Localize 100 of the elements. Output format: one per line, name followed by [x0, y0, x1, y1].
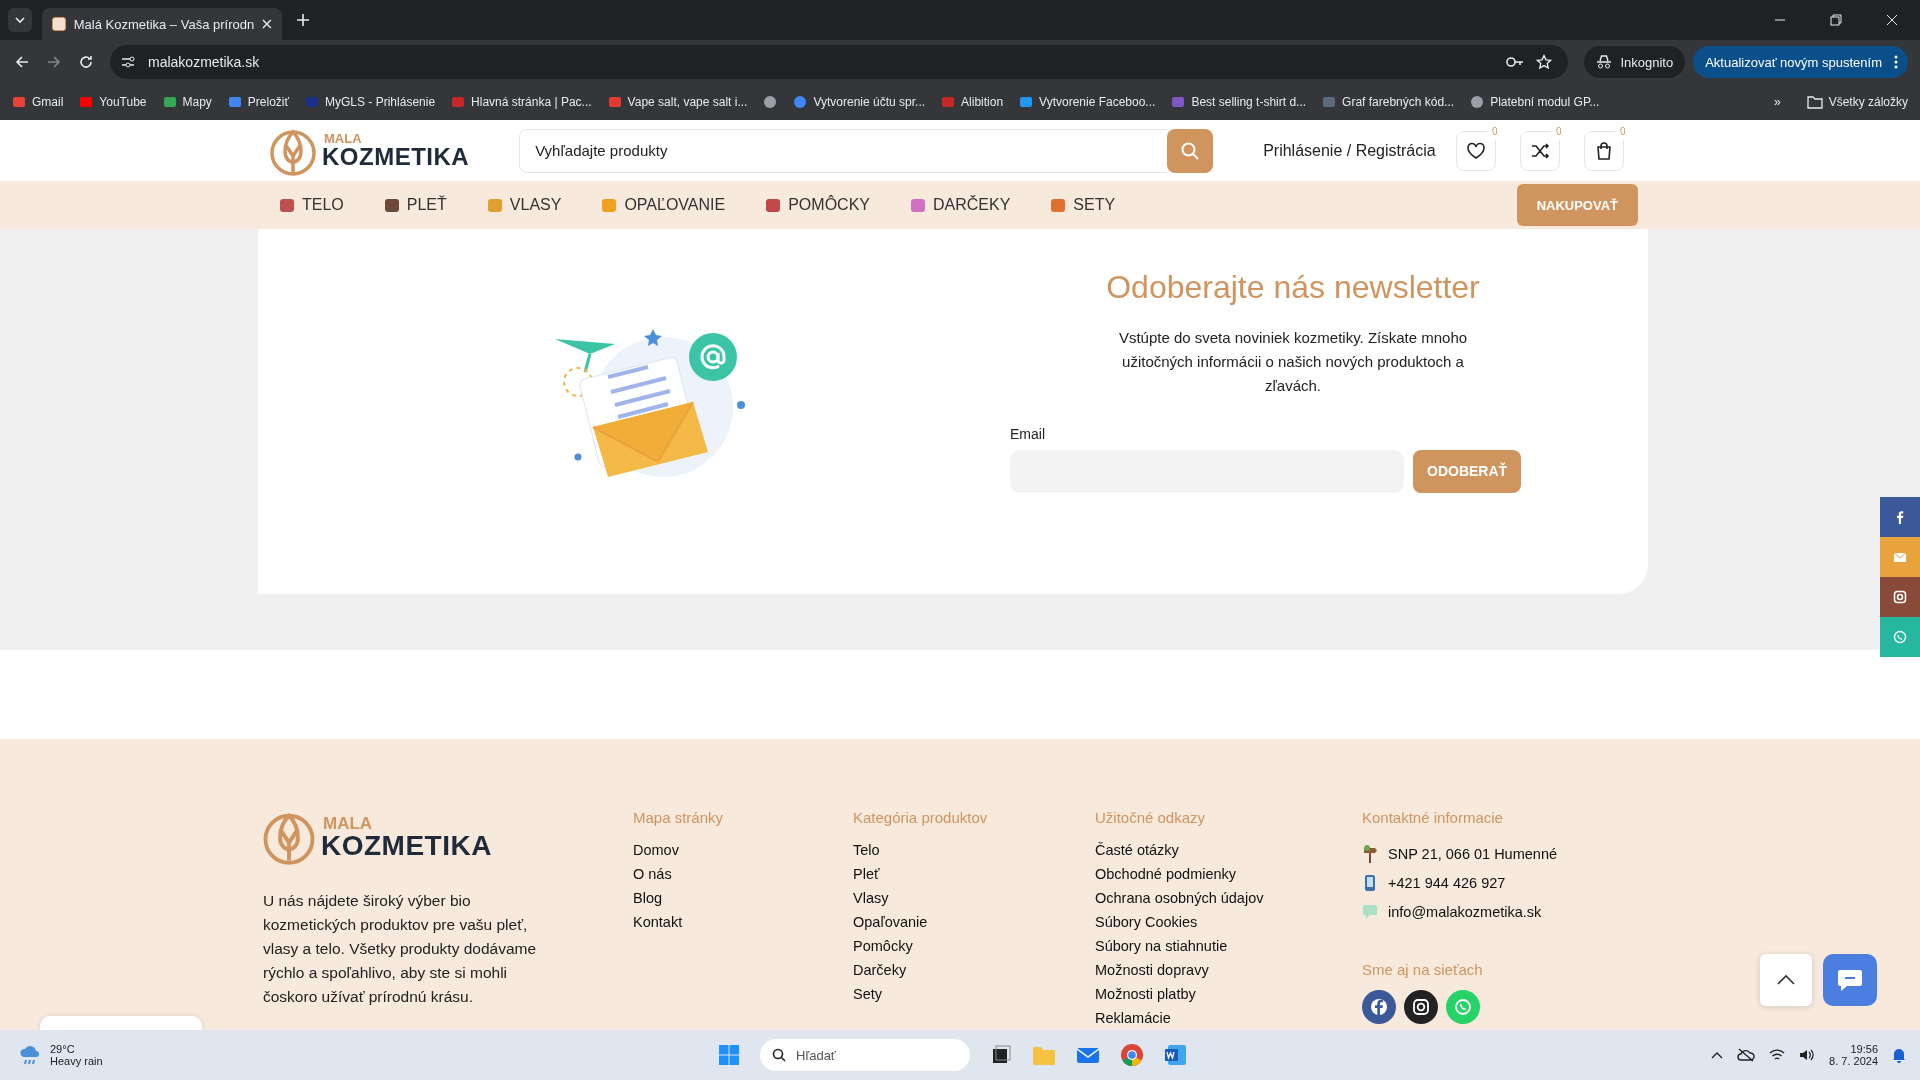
bookmark[interactable]: Vytvorenie Faceboo... [1019, 95, 1156, 109]
forward-icon[interactable] [46, 54, 62, 70]
bookmark[interactable]: Platební modul GP... [1470, 95, 1600, 109]
category-link[interactable]: DARČEKY [909, 196, 1011, 215]
back-icon[interactable] [14, 54, 30, 70]
word-icon[interactable] [1164, 1043, 1188, 1067]
footer-link[interactable]: Blog [633, 886, 853, 910]
bookmark[interactable]: YouTube [79, 95, 147, 109]
more-icon[interactable] [1894, 55, 1898, 69]
key-icon[interactable] [1506, 56, 1525, 68]
cloud-off-icon[interactable] [1737, 1048, 1756, 1062]
favicon-icon [52, 17, 66, 31]
facebook-share-button[interactable] [1880, 497, 1920, 537]
bookmark[interactable]: Alibition [941, 95, 1004, 109]
close-icon[interactable] [262, 19, 272, 29]
bookmark-icon [763, 95, 778, 109]
column-title: Mapa stránky [633, 809, 725, 826]
footer-link[interactable]: Telo [853, 838, 1095, 862]
windows-start-icon[interactable] [718, 1044, 740, 1066]
folder-icon [1806, 95, 1823, 109]
newsletter-title: Odoberajte nás newsletter [1106, 268, 1480, 306]
close-icon[interactable] [1886, 14, 1898, 26]
category-link[interactable]: PLEŤ [382, 196, 447, 215]
instagram-icon [1412, 998, 1430, 1016]
task-view-icon[interactable] [990, 1044, 1012, 1066]
tab-search-button[interactable] [8, 8, 32, 32]
footer-link[interactable]: Reklamácie [1095, 1006, 1362, 1030]
chrome-icon[interactable] [1120, 1043, 1144, 1067]
bookmark[interactable]: Preložiť [227, 95, 290, 109]
bookmark[interactable]: Mapy [162, 95, 212, 109]
footer-link[interactable]: Časté otázky [1095, 838, 1362, 862]
bookmark[interactable]: Vytvorenie účtu spr... [793, 95, 926, 109]
bell-icon[interactable] [1892, 1047, 1906, 1063]
column-title: Užitočné odkazy [1095, 809, 1207, 826]
facebook-button[interactable] [1362, 990, 1396, 1024]
update-button[interactable]: Aktualizovať novým spustením [1693, 46, 1908, 78]
category-link[interactable]: VLASY [485, 196, 562, 215]
site-settings-icon[interactable] [120, 54, 136, 70]
reload-icon[interactable] [78, 54, 94, 70]
bookmark-icon [12, 95, 26, 109]
footer-logo[interactable]: MALA KOZMETIKA [261, 809, 633, 865]
bookmark[interactable]: Vape salt, vape salt i... [607, 95, 748, 109]
footer-link[interactable]: O nás [633, 862, 853, 886]
wifi-icon[interactable] [1769, 1048, 1786, 1062]
instagram-button[interactable] [1404, 990, 1438, 1024]
category-link[interactable]: OPAĽOVANIE [600, 196, 726, 215]
footer-link[interactable]: Súbory na stiahnutie [1095, 934, 1362, 958]
footer-link[interactable]: Domov [633, 838, 853, 862]
bookmark-icon [941, 95, 956, 109]
search-button[interactable] [1167, 128, 1214, 173]
bookmark[interactable]: MyGLS - Prihlásenie [305, 95, 436, 109]
bookmark-icon [793, 95, 808, 109]
footer-link[interactable]: Sety [853, 982, 1095, 1006]
login-link[interactable]: Prihlásenie / Registrácia [1263, 141, 1436, 160]
speaker-icon[interactable] [1799, 1048, 1816, 1062]
rain-cloud-icon [18, 1043, 42, 1067]
star-icon[interactable] [1536, 54, 1553, 70]
search-icon [772, 1048, 786, 1062]
footer-link[interactable]: Kontakt [633, 910, 853, 934]
footer-link[interactable]: Súbory Cookies [1095, 910, 1362, 934]
category-link[interactable]: TELO [278, 196, 344, 215]
new-tab-icon[interactable] [296, 13, 310, 27]
bookmark[interactable] [763, 95, 778, 109]
bookmark[interactable]: Graf farebných kód... [1322, 95, 1455, 109]
clock[interactable]: 19:56 8. 7. 2024 [1829, 1043, 1878, 1067]
about-text: U nás nájdete široký výber bio kozmetických produktov pre vašu pleť, vlasy a telo. Všetky produkty dodávame rýchlo a spoľahlivo, aby ste si mohli čoskoro užívať prírodnú krásu. [263, 891, 538, 1007]
chat-button[interactable] [1823, 954, 1877, 1006]
bookmark[interactable]: Hlavná stránka | Pac... [451, 95, 592, 109]
all-bookmarks-button[interactable]: Všetky záložky [1806, 95, 1908, 109]
logo[interactable]: MALA KOZMETIKA [268, 125, 470, 176]
footer-link[interactable]: Možnosti dopravy [1095, 958, 1362, 982]
bookmark[interactable]: Best selling t-shirt d... [1171, 95, 1307, 109]
search-field[interactable]: Vyhľadajte produkty [519, 128, 1168, 173]
browser-tab[interactable]: Malá Kozmetika – Vaša prírodn [42, 8, 282, 40]
bookmark-icon [227, 95, 242, 109]
column-title: Kontaktné informacie [1362, 809, 1504, 826]
footer-link[interactable]: Opaľovanie [853, 910, 1095, 934]
whatsapp-icon [1893, 630, 1907, 644]
address-bar[interactable]: malakozmetika.sk [110, 45, 1569, 79]
footer-link[interactable]: Pleť [853, 862, 1095, 886]
restore-icon[interactable] [1830, 14, 1842, 26]
category-link[interactable]: SETY [1049, 196, 1116, 215]
chevron-up-icon [1776, 974, 1796, 986]
footer-link[interactable]: Vlasy [853, 886, 1095, 910]
taskbar-search-field[interactable]: Hľadať [760, 1039, 970, 1071]
category-link[interactable]: POMÔCKY [764, 196, 870, 215]
chevron-up-icon[interactable] [1711, 1051, 1724, 1059]
incognito-icon [1596, 55, 1613, 69]
footer-link[interactable]: Darčeky [853, 958, 1095, 982]
footer-link[interactable]: Pomôcky [853, 934, 1095, 958]
bookmark-icon [1171, 95, 1186, 109]
instagram-share-button[interactable] [1880, 577, 1920, 617]
footer-link[interactable]: Obchodné podmienky [1095, 862, 1362, 886]
incognito-button[interactable]: Inkognito [1584, 46, 1686, 78]
more-bookmarks-button[interactable]: » [1773, 95, 1781, 109]
whatsapp-icon [1454, 998, 1472, 1016]
footer-link[interactable]: Ochrana osobných údajov [1095, 886, 1362, 910]
bookmark[interactable]: Gmail [12, 95, 64, 109]
footer-link[interactable]: Možnosti platby [1095, 982, 1362, 1006]
bookmark-icon [1470, 95, 1485, 109]
